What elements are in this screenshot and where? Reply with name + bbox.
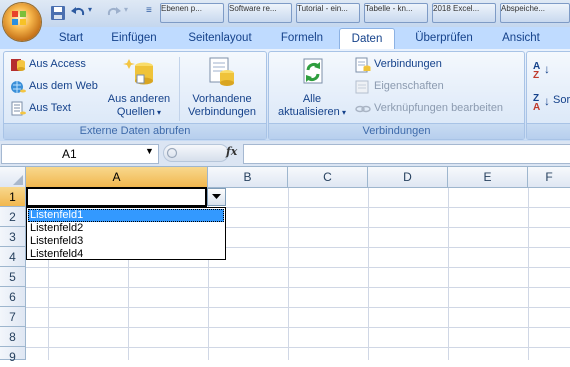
verbindungen-button[interactable]: Verbindungen: [374, 58, 442, 70]
properties-icon: [355, 80, 369, 94]
text-file-icon: [11, 101, 26, 116]
taskbar-button-5[interactable]: 2018 Excel...: [432, 3, 496, 23]
redo-icon[interactable]: [106, 5, 122, 21]
undo-icon[interactable]: [70, 5, 86, 21]
taskbar-button-2[interactable]: Software re...: [228, 3, 292, 23]
list-item[interactable]: Listenfeld3: [28, 235, 224, 248]
other-sources-icon: [123, 59, 153, 85]
dropdown-arrow-icon: [212, 194, 221, 199]
eigenschaften-button[interactable]: Eigenschaften: [374, 80, 444, 92]
active-cell-a1[interactable]: [26, 187, 207, 207]
validation-dropdown-button[interactable]: [207, 188, 226, 206]
refresh-all-icon: [303, 58, 323, 84]
aus-anderen-quellen-button[interactable]: Aus anderen Quellen ▾: [102, 93, 176, 119]
aus-anderen-line2: Quellen: [116, 106, 155, 118]
verknuepfungen-bearbeiten-button[interactable]: Verknüpfungen bearbeiten: [374, 102, 503, 114]
validation-listbox[interactable]: Listenfeld1 Listenfeld2 Listenfeld3 List…: [26, 207, 226, 260]
row-header-2[interactable]: 2: [0, 207, 26, 227]
web-icon: [11, 81, 26, 93]
alle-line2: aktualisieren: [277, 106, 340, 118]
group-external-label: Externe Daten abrufen: [4, 123, 266, 139]
tab-start[interactable]: Start: [50, 28, 92, 49]
list-item[interactable]: Listenfeld1: [28, 209, 224, 222]
list-item[interactable]: Listenfeld2: [28, 222, 224, 235]
chevron-down-icon: ▾: [154, 108, 162, 117]
undo-dropdown-icon[interactable]: ▾: [88, 5, 92, 21]
save-icon[interactable]: [50, 5, 66, 21]
tab-daten[interactable]: Daten: [339, 28, 395, 50]
row-header-8[interactable]: 8: [0, 327, 26, 347]
sort-arrow-icon: ↓: [544, 62, 550, 76]
chevron-down-icon: ▾: [339, 108, 346, 117]
access-icon: [11, 59, 25, 71]
group-connections-label: Verbindungen: [269, 123, 524, 139]
column-header-c[interactable]: C: [288, 167, 368, 187]
row-header-9[interactable]: 9: [0, 347, 26, 364]
alle-aktualisieren-button[interactable]: Alle aktualisieren ▾: [272, 93, 352, 119]
taskbar-button-4[interactable]: Tabelle - kn...: [364, 3, 428, 23]
sort-arrow-icon: ↓: [544, 94, 550, 108]
formula-tools: fx: [163, 144, 241, 162]
name-box[interactable]: A1 ▼: [1, 144, 159, 164]
select-all-corner[interactable]: [0, 167, 26, 187]
sort-za-icon[interactable]: ZA: [533, 94, 541, 113]
formula-input[interactable]: [243, 144, 570, 164]
tab-seitenlayout[interactable]: Seitenlayout: [178, 28, 262, 49]
sort-az-z: Z: [533, 70, 540, 81]
group-sort-label: [527, 123, 570, 139]
aus-access-button[interactable]: Aus Access: [29, 58, 86, 70]
sort-button[interactable]: Sor: [553, 94, 570, 106]
connections-icon: [355, 57, 371, 73]
name-box-dropdown-icon[interactable]: ▼: [145, 146, 154, 156]
alle-line1: Alle: [302, 93, 322, 105]
column-header-e[interactable]: E: [448, 167, 528, 187]
insert-function-icon[interactable]: fx: [226, 145, 237, 158]
sort-az-icon[interactable]: AZ: [533, 62, 540, 81]
existing-connections-icon: [209, 57, 234, 86]
select-all-icon: [13, 175, 23, 185]
row-header-4[interactable]: 4: [0, 247, 26, 267]
row-header-7[interactable]: 7: [0, 307, 26, 327]
aus-dem-web-button[interactable]: Aus dem Web: [29, 80, 98, 92]
column-header-a[interactable]: A: [26, 167, 208, 187]
taskbar-button-3[interactable]: Tutorial - ein...: [296, 3, 360, 23]
vorhandene-verbindungen-button[interactable]: Vorhandene Verbindungen: [182, 93, 262, 119]
column-header-d[interactable]: D: [368, 167, 448, 187]
row-header-3[interactable]: 3: [0, 227, 26, 247]
row-header-6[interactable]: 6: [0, 287, 26, 307]
sort-za-a: A: [533, 102, 541, 113]
redo-dropdown-icon[interactable]: ▾: [124, 5, 128, 21]
group-separator: [179, 57, 180, 121]
row-header-5[interactable]: 5: [0, 267, 26, 287]
edit-links-icon: [355, 105, 371, 113]
list-item[interactable]: Listenfeld4: [28, 248, 224, 261]
column-header-b[interactable]: B: [208, 167, 288, 187]
column-header-f[interactable]: F: [528, 167, 570, 187]
aus-text-button[interactable]: Aus Text: [29, 102, 71, 114]
row-header-1[interactable]: 1: [0, 187, 26, 207]
name-box-value: A1: [62, 147, 77, 161]
customize-qat-icon[interactable]: ≡: [146, 5, 152, 21]
vorhandene-line1: Vorhandene: [192, 93, 252, 105]
tab-formeln[interactable]: Formeln: [272, 28, 332, 49]
tab-einfuegen[interactable]: Einfügen: [103, 28, 165, 49]
tab-ansicht[interactable]: Ansicht: [494, 28, 548, 49]
taskbar-button-1[interactable]: Ebenen p...: [160, 3, 224, 23]
circle-icon: [166, 147, 178, 159]
vorhandene-line2: Verbindungen: [188, 106, 256, 118]
office-logo-icon: [12, 11, 26, 25]
taskbar-button-6[interactable]: Abspeiche...: [500, 3, 570, 23]
aus-anderen-line1: Aus anderen: [107, 93, 171, 105]
tab-ueberpruefen[interactable]: Überprüfen: [404, 28, 484, 49]
